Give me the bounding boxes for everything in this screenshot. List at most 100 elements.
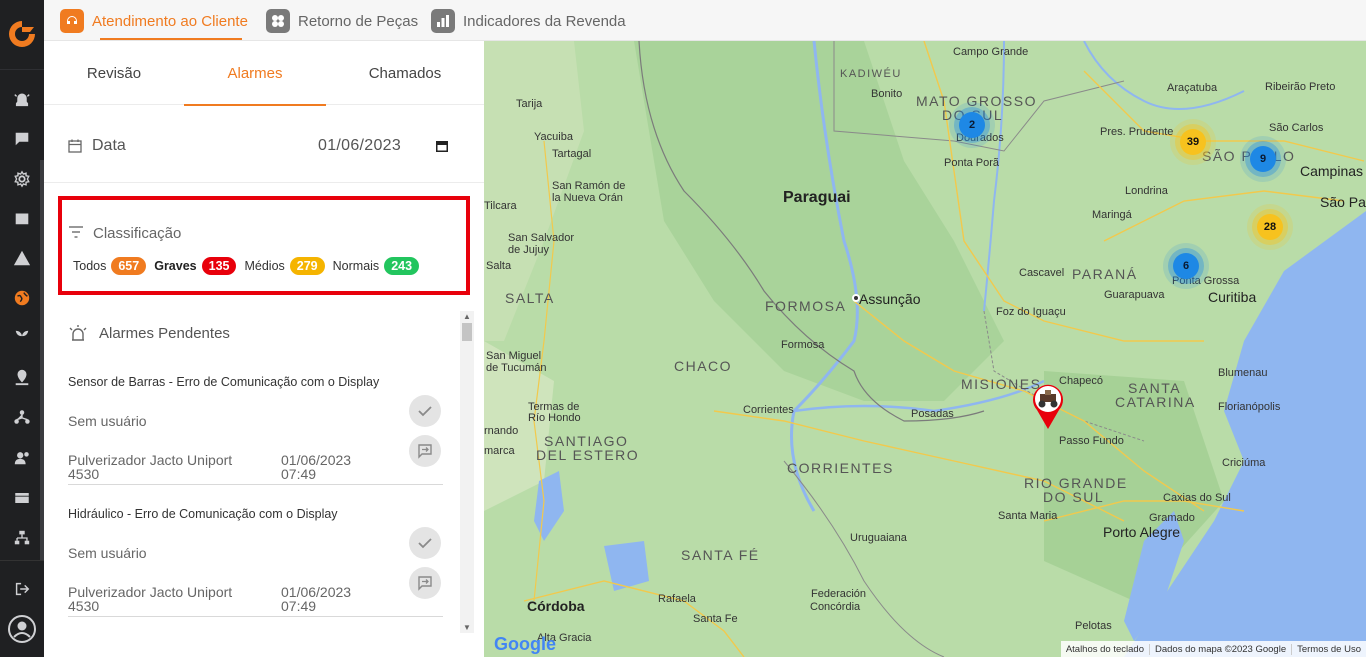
acknowledge-button[interactable]: [409, 527, 441, 559]
comment-arrow-icon: [418, 576, 432, 591]
network-icon[interactable]: [12, 407, 32, 427]
map-label: Tartagal: [552, 148, 592, 160]
alarm-bell-icon[interactable]: [12, 90, 32, 110]
alarms-panel: Revisão Alarmes Chamados Data 01/06/2023…: [44, 41, 484, 657]
scroll-up-icon[interactable]: ▲: [463, 312, 471, 321]
map-label: Ponta Porã: [944, 157, 1000, 169]
tab-label: Retorno de Peças: [298, 12, 419, 30]
tab-chamados[interactable]: Chamados: [326, 41, 484, 105]
map-view[interactable]: Campo Grande KADIWÉU Bonito MATO GROSSO …: [484, 41, 1366, 657]
keyboard-shortcuts-link[interactable]: Atalhos do teclado: [1061, 644, 1149, 655]
map-label: Pres. Prudente: [1100, 126, 1174, 138]
tab-revisao[interactable]: Revisão: [44, 41, 184, 105]
tab-label: Atendimento ao Cliente: [92, 12, 248, 30]
tab-label: Indicadores da Revenda: [463, 12, 626, 30]
filter-medios-label[interactable]: Médios: [244, 259, 284, 273]
map-label: Guarapuava: [1104, 289, 1165, 301]
map-terrain: [484, 41, 1366, 657]
map-label: Campo Grande: [953, 46, 1029, 58]
date-label: Data: [92, 137, 126, 154]
app-logo-icon[interactable]: [6, 18, 38, 50]
tab-indicadores[interactable]: Indicadores da Revenda: [431, 8, 626, 34]
map-label: PARANÁ: [1072, 266, 1138, 282]
warning-icon[interactable]: [12, 248, 32, 268]
filter-normais-count[interactable]: 243: [384, 257, 420, 275]
tab-atendimento[interactable]: Atendimento ao Cliente: [60, 8, 248, 34]
date-picker-icon[interactable]: [435, 139, 449, 153]
map-attribution: Atalhos do teclado Dados do mapa ©2023 G…: [1060, 641, 1366, 657]
open-ticket-button[interactable]: [409, 567, 441, 599]
map-label: San Salvador: [508, 232, 575, 244]
alarm-datetime: 01/06/2023 07:49: [281, 453, 351, 481]
alarm-equipment: Pulverizador Jacto Uniport 4530: [68, 584, 233, 614]
map-label: la Nueva Orán: [552, 192, 623, 204]
tab-retorno-pecas[interactable]: Retorno de Peças: [266, 8, 418, 34]
logout-icon[interactable]: [12, 579, 32, 599]
tab-alarmes[interactable]: Alarmes: [184, 41, 326, 106]
settings-gear-icon[interactable]: [12, 169, 32, 189]
map-label: DO SUL: [1043, 489, 1105, 505]
terms-link[interactable]: Termos de Uso: [1291, 643, 1366, 655]
map-label: Passo Fundo: [1059, 435, 1124, 447]
alarm-location-pin-icon[interactable]: [1029, 380, 1067, 430]
filter-graves-count[interactable]: 135: [201, 257, 237, 275]
alarm-divider: [68, 484, 443, 485]
alarm-date: 01/06/2023: [281, 452, 352, 468]
acknowledge-button[interactable]: [409, 395, 441, 427]
user-avatar-icon[interactable]: [8, 615, 36, 643]
calendar-icon: [68, 139, 82, 153]
hierarchy-icon[interactable]: [12, 528, 32, 548]
alarm-datetime: 01/06/2023 07:49: [281, 585, 351, 613]
dashboard-icon[interactable]: [12, 488, 32, 508]
users-icon[interactable]: [12, 448, 32, 468]
filter-normais-label[interactable]: Normais: [333, 259, 380, 273]
cluster-marker[interactable]: 28: [1257, 214, 1283, 240]
location-pin-icon[interactable]: [12, 367, 32, 387]
top-navigation: Atendimento ao Cliente Retorno de Peças …: [44, 0, 1366, 41]
alarm-name: Hidráulico - Erro de Comunicação com o D…: [68, 507, 338, 521]
active-tab-underline: [100, 38, 242, 40]
cluster-marker[interactable]: 39: [1180, 129, 1206, 155]
map-label: Campinas: [1300, 163, 1364, 179]
map-label: Río Hondo: [528, 412, 581, 424]
date-input[interactable]: 01/06/2023: [318, 137, 401, 155]
map-label: Blumenau: [1218, 367, 1268, 379]
filter-graves-label[interactable]: Graves: [154, 259, 196, 273]
map-label: CATARINA: [1115, 394, 1196, 410]
check-icon: [418, 538, 432, 549]
map-label: FORMOSA: [765, 298, 847, 314]
parts-icon: [266, 9, 290, 33]
app-sidebar: [0, 0, 44, 657]
map-label: Criciúma: [1222, 457, 1266, 469]
map-label: Ribeirão Preto: [1265, 81, 1336, 93]
plant-icon[interactable]: [12, 327, 32, 347]
map-label: Gramado: [1149, 512, 1195, 524]
map-label: Salta: [486, 260, 512, 272]
map-label: Araçatuba: [1167, 82, 1218, 94]
map-label: São Carlos: [1269, 122, 1324, 134]
scroll-thumb[interactable]: [462, 323, 472, 341]
cluster-marker[interactable]: 9: [1250, 146, 1276, 172]
map-label: Cascavel: [1019, 267, 1065, 279]
open-ticket-button[interactable]: [409, 435, 441, 467]
map-label: rnando: [484, 425, 519, 437]
filter-todos-count[interactable]: 657: [111, 257, 147, 275]
chat-icon[interactable]: [12, 129, 32, 149]
filter-todos-label[interactable]: Todos: [73, 259, 106, 273]
calendar-icon[interactable]: [12, 208, 32, 228]
map-label: San Ramón de: [552, 180, 626, 192]
cluster-marker[interactable]: 6: [1173, 253, 1199, 279]
headset-icon: [60, 9, 84, 33]
alarm-time: 07:49: [281, 598, 317, 614]
map-label: CHACO: [674, 358, 733, 374]
map-label: Tarija: [516, 98, 543, 110]
map-label: Maringá: [1092, 209, 1132, 221]
map-label: Caxias do Sul: [1163, 492, 1231, 504]
alarms-scrollbar[interactable]: ▲ ▼: [460, 311, 474, 633]
map-label: Concórdia: [810, 601, 861, 613]
filter-medios-count[interactable]: 279: [289, 257, 325, 275]
map-data-text: Dados do mapa ©2023 Google: [1148, 643, 1291, 655]
globe-icon[interactable]: [12, 288, 32, 308]
cluster-marker[interactable]: 2: [959, 112, 985, 138]
scroll-down-icon[interactable]: ▼: [463, 623, 471, 632]
